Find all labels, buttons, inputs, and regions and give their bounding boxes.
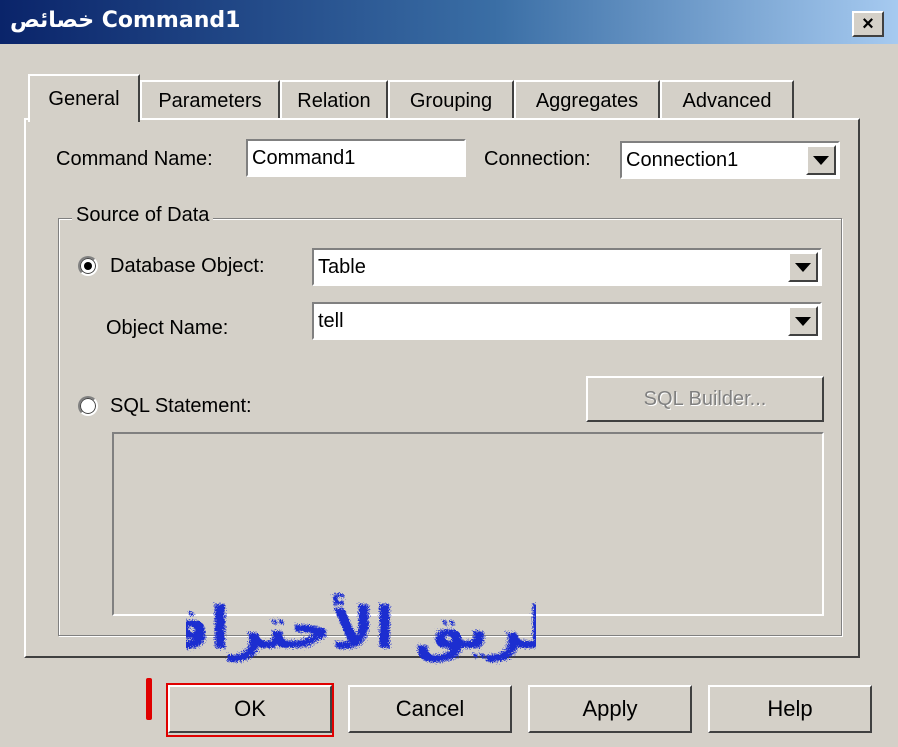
connection-select-value: Connection1 [626, 148, 739, 171]
connection-label: Connection: [484, 148, 591, 170]
object-name-select[interactable]: tell [312, 302, 822, 340]
object-name-label: Object Name: [106, 317, 229, 339]
close-button[interactable]: × [852, 11, 884, 37]
object-name-dropdown-button[interactable] [788, 306, 818, 336]
tab-parameters[interactable]: Parameters [140, 80, 280, 120]
connection-dropdown-button[interactable] [806, 145, 836, 175]
apply-button[interactable]: Apply [528, 685, 692, 733]
tab-label: Advanced [682, 89, 772, 112]
sql-text-area[interactable] [112, 432, 824, 616]
database-object-label: Database Object: [110, 255, 265, 277]
chevron-down-icon [795, 262, 811, 272]
tab-label: General [48, 87, 120, 110]
annotation-marker [146, 678, 152, 720]
command-name-label: Command Name: [56, 148, 213, 170]
sql-statement-label: SQL Statement: [110, 395, 252, 417]
radio-selected-dot [84, 262, 92, 270]
sql-statement-radio[interactable] [78, 396, 98, 416]
object-name-select-value: tell [318, 309, 344, 332]
sql-builder-label: SQL Builder... [643, 387, 767, 410]
tab-general[interactable]: General [28, 74, 140, 122]
database-object-select[interactable]: Table [312, 248, 822, 286]
tab-label: Grouping [409, 89, 493, 112]
ok-button[interactable]: OK [168, 685, 332, 733]
sql-builder-button[interactable]: SQL Builder... [586, 376, 824, 422]
source-of-data-title: Source of Data [72, 204, 214, 227]
tab-label: Aggregates [535, 89, 639, 112]
cancel-button-label: Cancel [395, 696, 465, 721]
tab-relation[interactable]: Relation [280, 80, 388, 120]
tab-aggregates[interactable]: Aggregates [514, 80, 660, 120]
close-icon: × [862, 13, 874, 35]
chevron-down-icon [813, 155, 829, 165]
database-object-select-value: Table [318, 255, 366, 278]
help-button-label: Help [767, 696, 813, 721]
tab-grouping[interactable]: Grouping [388, 80, 514, 120]
tab-advanced[interactable]: Advanced [660, 80, 794, 120]
cancel-button[interactable]: Cancel [348, 685, 512, 733]
chevron-down-icon [795, 316, 811, 326]
ok-button-label: OK [234, 696, 266, 721]
command-name-input[interactable]: Command1 [246, 139, 466, 177]
title-bar[interactable]: خصائص Command1 × [0, 0, 898, 44]
database-object-radio[interactable] [78, 256, 98, 276]
tab-label: Parameters [158, 89, 262, 112]
window-title: خصائص Command1 [10, 8, 241, 33]
help-button[interactable]: Help [708, 685, 872, 733]
tab-label: Relation [297, 89, 371, 112]
database-object-dropdown-button[interactable] [788, 252, 818, 282]
apply-button-label: Apply [582, 696, 638, 721]
